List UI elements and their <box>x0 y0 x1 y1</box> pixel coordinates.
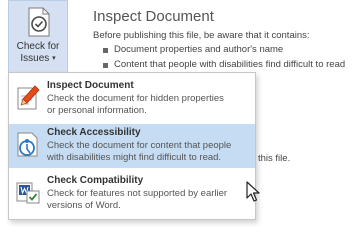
document-checkmark-icon <box>28 7 50 37</box>
compatibility-icon <box>16 182 40 204</box>
menu-item-check-accessibility[interactable]: Check Accessibility Check the document f… <box>9 124 255 168</box>
chevron-down-icon: ▾ <box>52 55 56 62</box>
menu-item-title: Check Accessibility <box>47 127 141 138</box>
mouse-cursor-icon <box>246 181 260 202</box>
check-for-issues-button[interactable]: Check for Issues ▾ <box>8 0 68 72</box>
list-item: Content that people with disabilities fi… <box>103 59 345 70</box>
inspect-document-heading: Inspect Document <box>93 8 214 25</box>
menu-item-check-compatibility[interactable]: Check Compatibility Check for features n… <box>9 172 255 216</box>
inspect-pen-icon <box>17 85 40 110</box>
check-for-issues-label: Check for Issues ▾ <box>16 41 60 64</box>
menu-item-description: Check for features not supported by earl… <box>47 188 228 211</box>
accessibility-icon <box>17 132 38 157</box>
menu-item-inspect-document[interactable]: Inspect Document Check the document for … <box>9 77 255 121</box>
check-for-issues-menu: Inspect Document Check the document for … <box>8 72 256 220</box>
menu-item-description: Check the document for content that peop… <box>47 140 232 163</box>
menu-item-title: Check Compatibility <box>47 175 144 186</box>
menu-item-title: Inspect Document <box>47 80 134 91</box>
list-item: Document properties and author's name <box>103 44 283 55</box>
menu-item-description: Check the document for hidden properties… <box>47 93 224 116</box>
inspect-description: Before publishing this file, be aware th… <box>93 30 310 41</box>
partially-hidden-text: this file. <box>258 153 291 164</box>
